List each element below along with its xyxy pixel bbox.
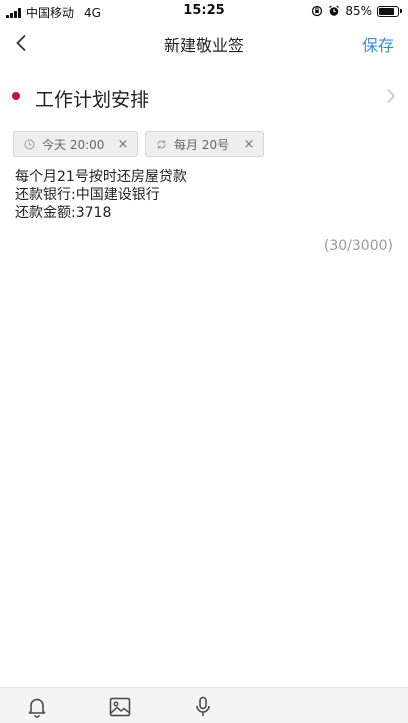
rotation-lock-icon xyxy=(311,5,323,17)
repeat-icon xyxy=(156,139,167,150)
character-count: (30/3000) xyxy=(323,238,393,254)
note-line: 每个月21号按时还房屋贷款 xyxy=(15,169,187,185)
save-button[interactable]: 保存 xyxy=(362,32,394,56)
note-content-editor[interactable]: 每个月21号按时还房屋贷款 还款银行:中国建设银行 还款金额:3718 xyxy=(15,168,395,222)
repeat-label: 每月 20号 xyxy=(174,137,230,152)
microphone-icon xyxy=(196,696,210,716)
note-line: 还款金额:3718 xyxy=(15,205,112,221)
status-right: 85% xyxy=(311,4,402,18)
clock-icon xyxy=(24,139,35,150)
note-line: 还款银行:中国建设银行 xyxy=(15,187,160,203)
status-bar: 中国移动 4G 15:25 85% xyxy=(0,0,408,22)
battery-icon xyxy=(377,5,402,17)
chevron-right-icon xyxy=(387,88,396,104)
page-title: 新建敬业签 xyxy=(163,36,244,55)
category-color-dot xyxy=(12,92,20,100)
bottom-toolbar xyxy=(0,687,408,723)
image-tool-button[interactable] xyxy=(108,695,132,719)
category-title: 工作计划安排 xyxy=(35,89,150,111)
remove-reminder-button[interactable]: × xyxy=(113,137,133,152)
reminder-time-label: 今天 20:00 xyxy=(42,137,105,152)
alarm-icon xyxy=(328,5,340,17)
remove-repeat-button[interactable]: × xyxy=(239,137,259,152)
battery-percent: 85% xyxy=(345,4,372,18)
reminder-time-chip[interactable]: 今天 20:00 × xyxy=(13,131,138,157)
repeat-chip[interactable]: 每月 20号 × xyxy=(145,131,264,157)
voice-tool-button[interactable] xyxy=(191,695,215,719)
category-selector[interactable]: 工作计划安排 xyxy=(0,74,408,120)
nav-bar: 新建敬业签 保存 xyxy=(0,22,408,64)
image-icon xyxy=(109,697,131,717)
reminder-tool-button[interactable] xyxy=(25,695,49,719)
bell-icon xyxy=(28,698,46,718)
